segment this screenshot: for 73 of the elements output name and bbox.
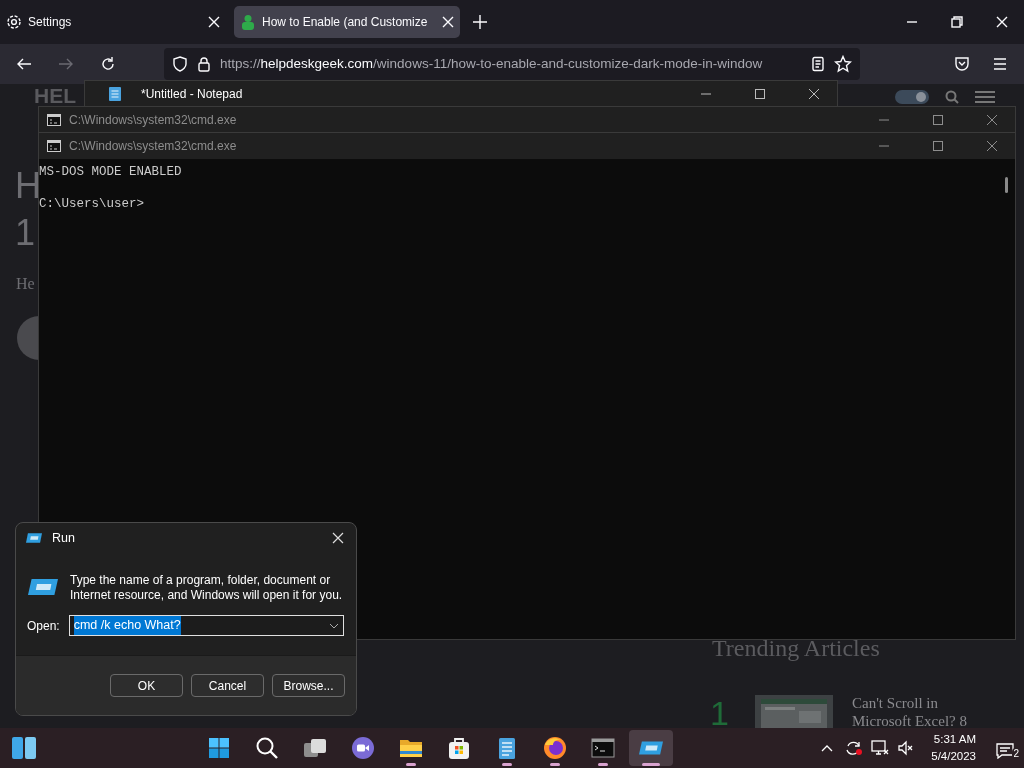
close-icon[interactable] <box>442 16 454 28</box>
maximize-icon <box>932 114 944 126</box>
close-icon <box>986 114 998 126</box>
dialog-title: Run <box>52 529 75 547</box>
chevron-down-icon <box>328 622 339 629</box>
dialog-button[interactable]: Browse... <box>272 674 345 697</box>
heading-text: 1 <box>15 213 36 253</box>
article-title: Can't Scroll in Microsoft Excel? 8 <box>852 694 968 730</box>
notification-count: 2 <box>1012 748 1020 759</box>
window-title: C:\Windows\system32\cmd.exe <box>69 138 237 155</box>
console-icon <box>590 736 615 760</box>
pocket-icon[interactable] <box>954 56 970 72</box>
notification-icon[interactable] <box>996 742 1014 759</box>
start-icon <box>206 736 231 760</box>
browser-tab[interactable]: Settings <box>0 6 226 38</box>
search-icon[interactable] <box>945 90 959 104</box>
arrow-left-icon <box>16 56 32 72</box>
address-bar[interactable]: https://helpdeskgeek.com/windows-11/how-to-enable-and-customize-dark-mode-in-window <box>164 48 860 80</box>
maximize-icon <box>932 140 944 152</box>
widgets-icon <box>12 737 36 759</box>
arrow-right-icon <box>58 56 74 72</box>
search-icon <box>254 736 279 760</box>
firefox-icon <box>542 736 567 760</box>
network-icon[interactable] <box>871 740 890 756</box>
plus-icon <box>473 15 487 29</box>
close-icon <box>986 140 998 152</box>
sync-icon[interactable] <box>845 740 864 756</box>
person-icon <box>240 14 256 30</box>
console-line: C:\Users\user> <box>39 196 145 212</box>
gear-icon <box>6 14 22 30</box>
chevron-up-icon[interactable] <box>821 744 834 752</box>
lock-icon <box>196 56 212 72</box>
dialog-button[interactable]: Cancel <box>191 674 264 697</box>
clock-time[interactable]: 5:31 AM <box>931 731 976 748</box>
close-icon[interactable] <box>208 16 220 28</box>
close-icon <box>808 88 820 100</box>
shield-icon <box>172 56 188 72</box>
clock-date[interactable]: 5/4/2023 <box>931 748 976 765</box>
speaker-muted-icon[interactable] <box>897 740 914 756</box>
menu-icon[interactable] <box>992 56 1008 72</box>
author-text: He <box>16 274 35 294</box>
taskbar-app[interactable] <box>628 730 673 766</box>
maximize-icon <box>754 88 766 100</box>
toggle-icon[interactable] <box>895 90 929 104</box>
description-text: Type the name of a program, folder, document or Internet resource, and Windows will open it for you. <box>70 573 344 603</box>
task-view-icon <box>302 736 327 760</box>
run-icon <box>28 577 58 597</box>
reload-icon <box>100 56 116 72</box>
rank-number: 1 <box>710 696 729 730</box>
scrollbar-thumb <box>1005 177 1008 193</box>
store-icon <box>446 736 471 760</box>
close-icon <box>995 16 1008 28</box>
notepad-icon <box>107 86 123 102</box>
run-icon <box>26 532 42 544</box>
menu-icon[interactable] <box>975 90 995 104</box>
run-icon <box>638 740 663 756</box>
section-heading: Trending Articles <box>712 634 880 662</box>
command-field[interactable]: cmd /k echo What? <box>68 615 344 636</box>
close-icon <box>332 532 344 544</box>
field-label: Open: <box>27 617 60 635</box>
window-title: *Untitled - Notepad <box>141 86 243 103</box>
console-icon <box>47 139 61 153</box>
avatar-icon <box>16 315 40 361</box>
browser-tab[interactable]: How to Enable (and Customize <box>234 6 460 38</box>
window-title: C:\Windows\system32\cmd.exe <box>69 112 237 129</box>
dialog-button[interactable]: OK <box>110 674 183 697</box>
site-logo: HEL <box>34 85 76 107</box>
console-line: MS-DOS MODE ENABLED <box>39 164 182 180</box>
video-chat-icon <box>350 736 375 760</box>
star-icon[interactable] <box>834 55 852 73</box>
reader-view-icon[interactable] <box>810 56 826 72</box>
console-icon <box>47 113 61 127</box>
restore-icon <box>950 16 963 28</box>
